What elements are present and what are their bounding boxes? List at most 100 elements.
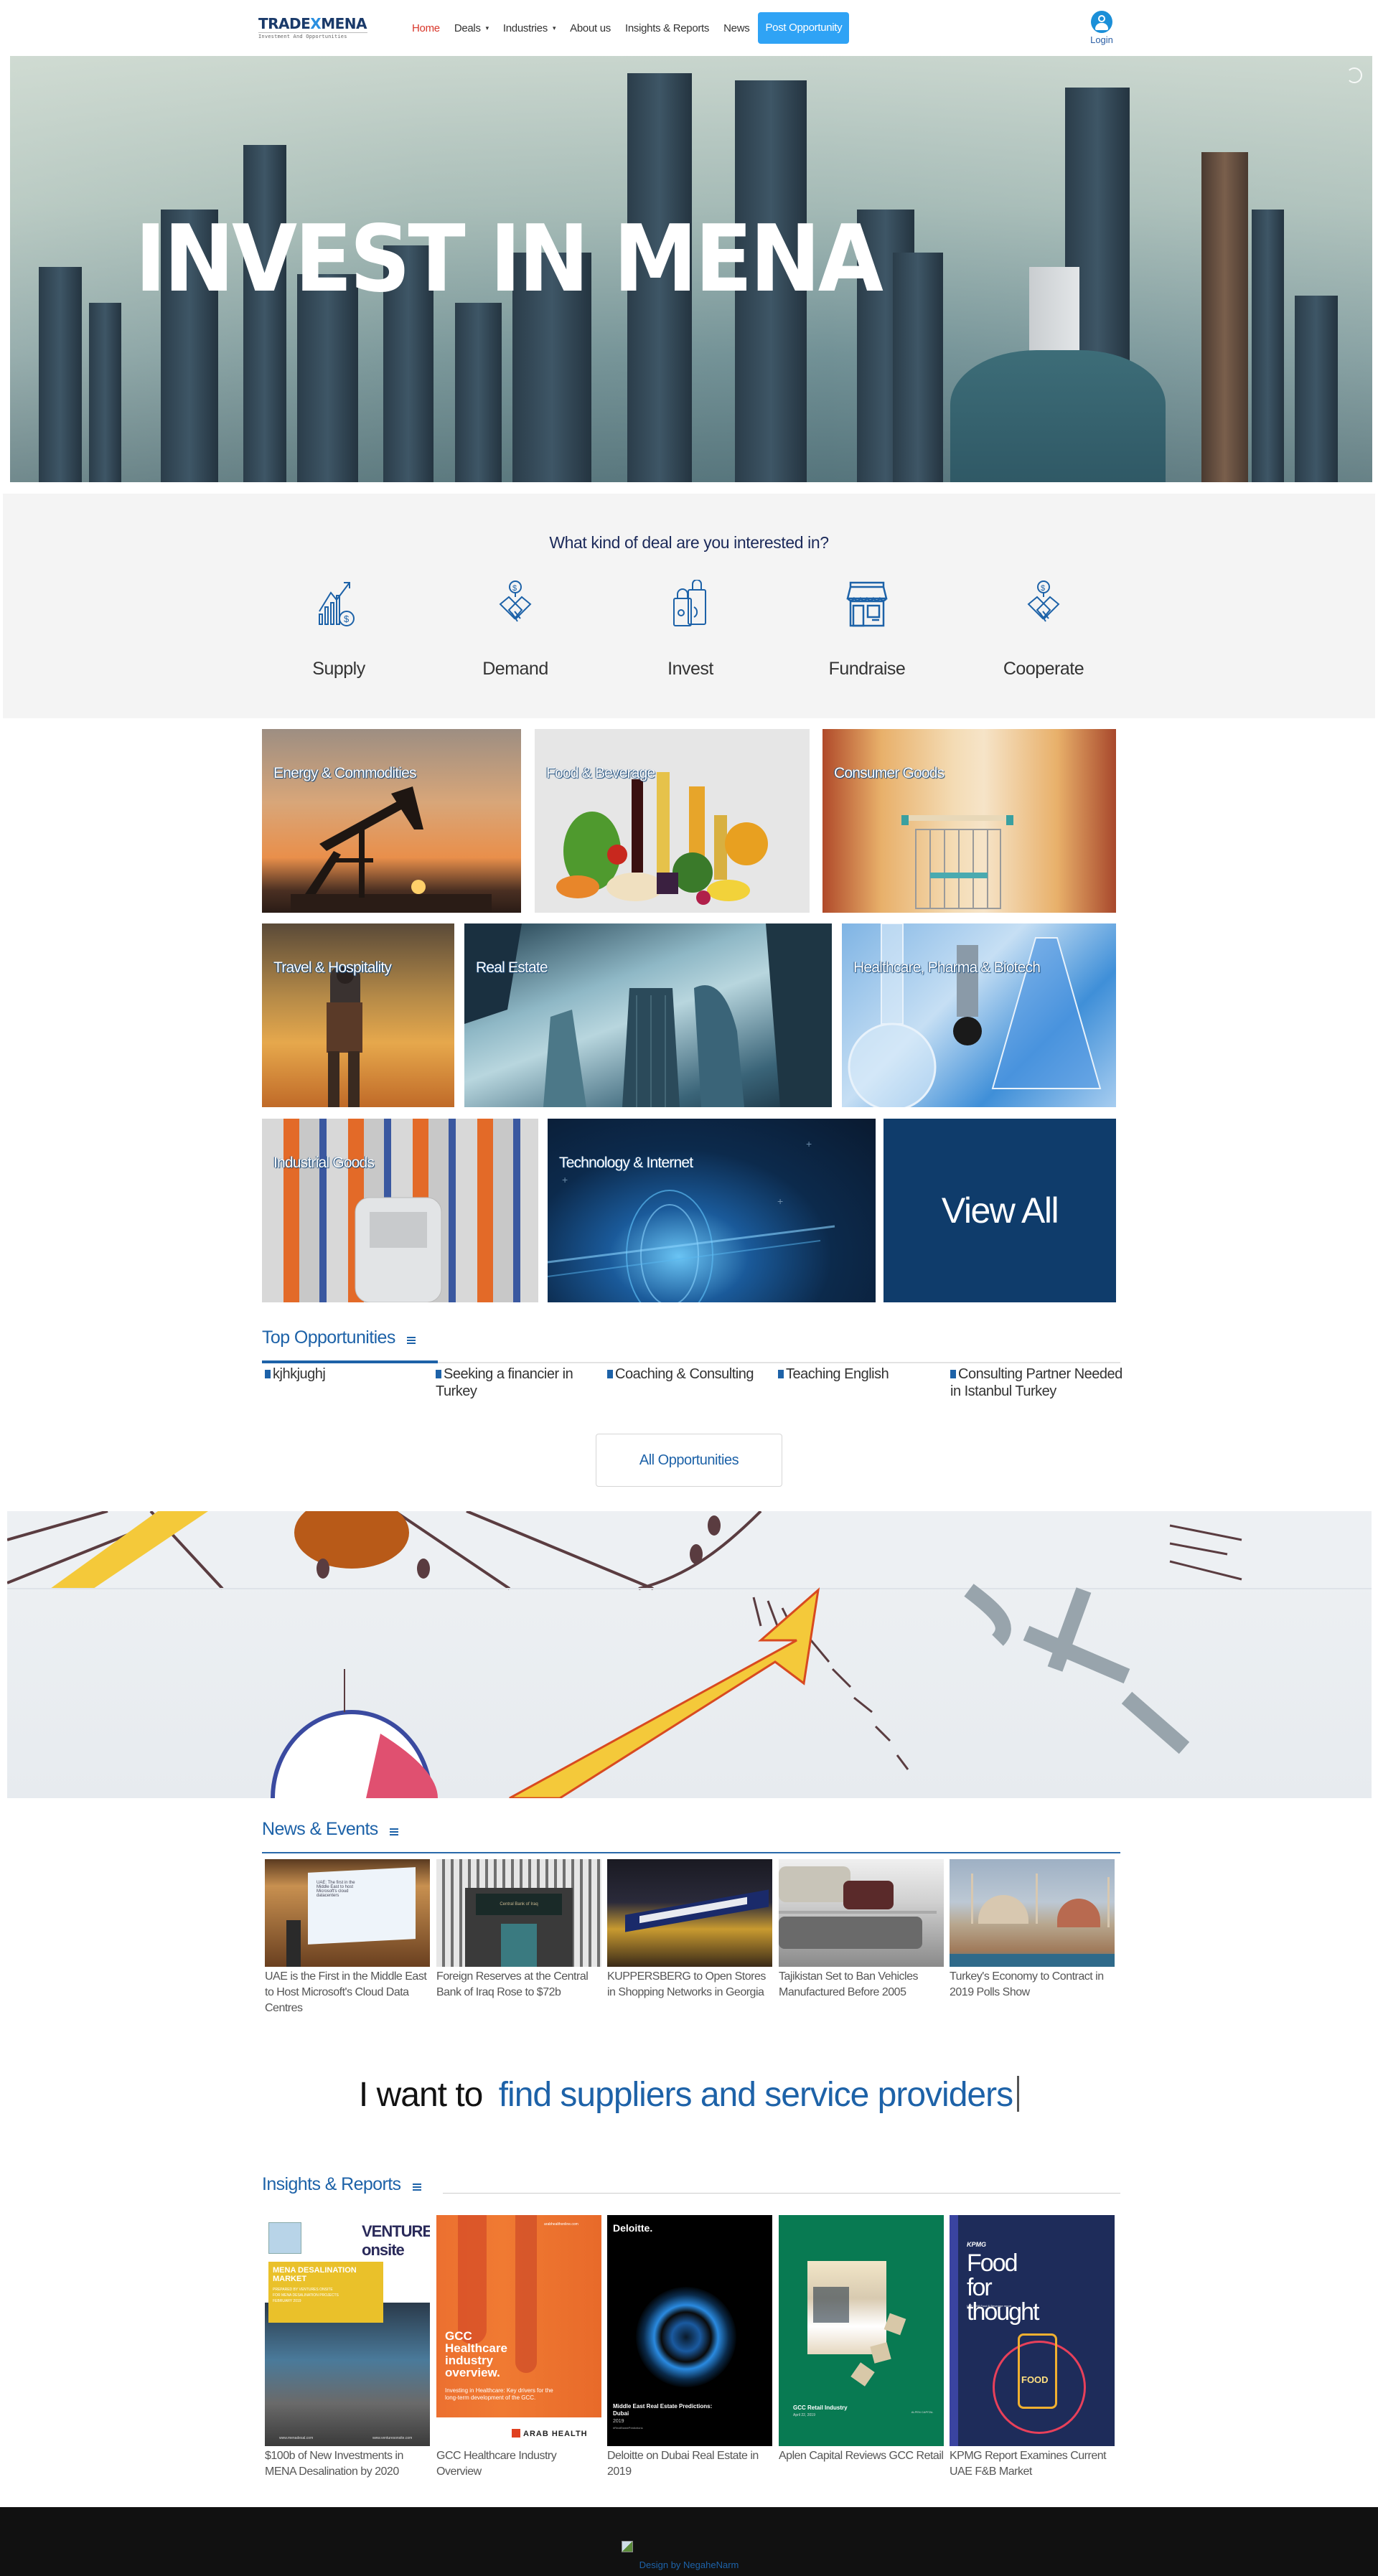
post-opportunity-button[interactable]: Post Opportunity [758,12,850,44]
typing-cursor [1017,2076,1020,2112]
nav-home[interactable]: Home [412,22,440,34]
news-caption: Turkey's Economy to Contract in 2019 Pol… [950,1970,1104,1998]
menu-lines-icon[interactable] [390,1827,399,1837]
nav-news[interactable]: News [723,22,750,34]
i-want-phrase[interactable]: find suppliers and service providers [499,2076,1013,2114]
hero-title: INVEST IN MENA [135,206,883,313]
deal-option-cooperate[interactable]: $ Cooperate [993,580,1094,680]
industry-label: Consumer Goods [834,765,945,781]
nav-deals[interactable]: Deals ▾ [454,22,489,34]
design-credit-link[interactable]: Design by NegaheNarm [0,2559,1378,2570]
report-caption: Aplen Capital Reviews GCC Retail [779,2450,944,2462]
login-label: Login [1090,34,1113,45]
login-button[interactable]: Login [1087,11,1116,45]
industry-tile-food[interactable]: Food & Beverage [535,729,810,913]
bullet-square-icon [950,1370,956,1378]
report-cover: GCC Retail Industry April 22, 2019 ALPEN… [779,2215,944,2446]
handshake-dollar-icon: $ [499,580,532,622]
nav-about[interactable]: About us [570,22,611,34]
news-caption: Foreign Reserves at the Central Bank of … [436,1970,589,1998]
industry-tile-consumer[interactable]: Consumer Goods [822,729,1116,913]
report-caption: GCC Healthcare Industry Overview [436,2450,557,2478]
news-card[interactable]: KUPPERSBERG to Open Stores in Shopping N… [607,1859,772,2001]
opportunity-item[interactable]: Seeking a financier in Turkey [436,1365,594,1400]
i-want-to-banner: I want to find suppliers and service pro… [0,2075,1378,2115]
report-cover: Deloitte. Middle East Real Estate Predic… [607,2215,772,2446]
deal-option-fundraise[interactable]: Fundraise [817,580,917,680]
hero-banner: INVEST IN MENA [10,56,1372,482]
deal-option-label: Invest [667,659,713,679]
handshake-dollar-icon: $ [1027,580,1060,622]
news-card[interactable]: Central Bank of Iraq Foreign Reserves at… [436,1859,601,2001]
view-all-label: View All [941,1190,1059,1231]
industry-label: Technology & Internet [559,1155,693,1171]
opportunity-item[interactable]: kjhkjughj [265,1365,430,1383]
report-card[interactable]: KPMG Food for thought UAE 2018 Food & Be… [950,2215,1115,2480]
deal-question: What kind of deal are you interested in? [549,533,829,552]
main-nav: Home Deals ▾ Industries ▾ About us Insight… [412,12,850,44]
news-card[interactable]: Turkey's Economy to Contract in 2019 Pol… [950,1859,1115,2001]
menu-lines-icon[interactable] [412,2182,421,2192]
deal-option-supply[interactable]: $ Supply [289,580,389,680]
report-card[interactable]: arabhealthonline.com GCC Healthcare indu… [436,2215,601,2480]
news-card[interactable]: Tajikistan Set to Ban Vehicles Manufactu… [779,1859,944,2001]
news-card[interactable]: UAE: The first in the Middle East to hos… [265,1859,430,2016]
news-events-header: News & Events [262,1819,1120,1853]
all-opportunities-button[interactable]: All Opportunities [596,1434,782,1487]
deal-option-label: Supply [312,659,365,679]
report-card[interactable]: VENTURES onsite MENA DESALINATION MARKET… [265,2215,430,2480]
bullet-square-icon [778,1370,784,1378]
industry-tile-travel[interactable]: Travel & Hospitality [262,923,454,1107]
menu-lines-icon[interactable] [407,1335,416,1345]
report-cover: arabhealthonline.com GCC Healthcare indu… [436,2215,601,2446]
svg-text:$: $ [344,614,350,624]
svg-text:+: + [806,1138,812,1150]
deal-option-label: Cooperate [1003,659,1084,679]
svg-text:+: + [562,1174,568,1185]
industry-tile-healthcare[interactable]: Healthcare, Pharma & Biotech [842,923,1116,1107]
section-divider [443,2193,1120,2194]
report-card[interactable]: GCC Retail Industry April 22, 2019 ALPEN… [779,2215,944,2464]
broken-image-icon [622,2541,633,2552]
logo-tagline: Investment And Opportunities [258,32,367,39]
compass-image [7,1511,1372,1798]
site-footer: Design by NegaheNarm [0,2507,1378,2576]
chart-growth-dollar-icon: $ [319,582,355,626]
industry-tile-energy[interactable]: Energy & Commodities [262,729,521,913]
industry-tile-industrial[interactable]: Industrial Goods [262,1119,538,1302]
deal-option-invest[interactable]: Invest [640,580,741,680]
caret-down-icon: ▾ [485,24,489,32]
report-caption: Deloitte on Dubai Real Estate in 2019 [607,2450,759,2478]
site-header: TRADEXMENA Investment And Opportunities … [0,0,1378,56]
report-caption: $100b of New Investments in MENA Desalin… [265,2450,403,2478]
opportunity-item[interactable]: Coaching & Consulting [607,1365,772,1383]
report-cover: KPMG Food for thought UAE 2018 Food & Be… [950,2215,1115,2446]
oil-pump-image [291,786,492,913]
hiker-image [327,967,362,1107]
report-caption: KPMG Report Examines Current UAE F&B Mar… [950,2450,1107,2478]
nav-industries[interactable]: Industries ▾ [503,22,556,34]
news-caption: Tajikistan Set to Ban Vehicles Manufactu… [779,1970,919,1998]
industry-label: Energy & Commodities [273,765,417,781]
svg-text:$: $ [512,584,517,593]
news-thumbnail: UAE: The first in the Middle East to hos… [265,1859,430,1967]
nav-insights[interactable]: Insights & Reports [625,22,709,34]
news-thumbnail: Central Bank of Iraq [436,1859,601,1967]
industry-tile-real-estate[interactable]: Real Estate [464,923,832,1107]
compass-banner [7,1511,1372,1798]
opportunity-item[interactable]: Teaching English [778,1365,943,1383]
svg-text:$: $ [1041,584,1045,593]
groceries-image [556,772,768,905]
section-title: News & Events [262,1819,378,1839]
news-thumbnail [950,1859,1115,1967]
active-tab-indicator [262,1360,438,1363]
industry-tile-technology[interactable]: + + + Technology & Internet [548,1119,876,1302]
report-card[interactable]: Deloitte. Middle East Real Estate Predic… [607,2215,772,2480]
bullet-square-icon [265,1370,271,1378]
site-logo[interactable]: TRADEXMENA Investment And Opportunities [258,16,373,39]
deal-option-demand[interactable]: $ Demand [465,580,566,680]
opportunity-item[interactable]: Consulting Partner Needed in Istanbul Tu… [950,1365,1122,1400]
view-all-industries-button[interactable]: View All [883,1119,1116,1302]
deal-option-label: Demand [482,659,548,679]
tech-light-image: + + + [548,1138,835,1302]
